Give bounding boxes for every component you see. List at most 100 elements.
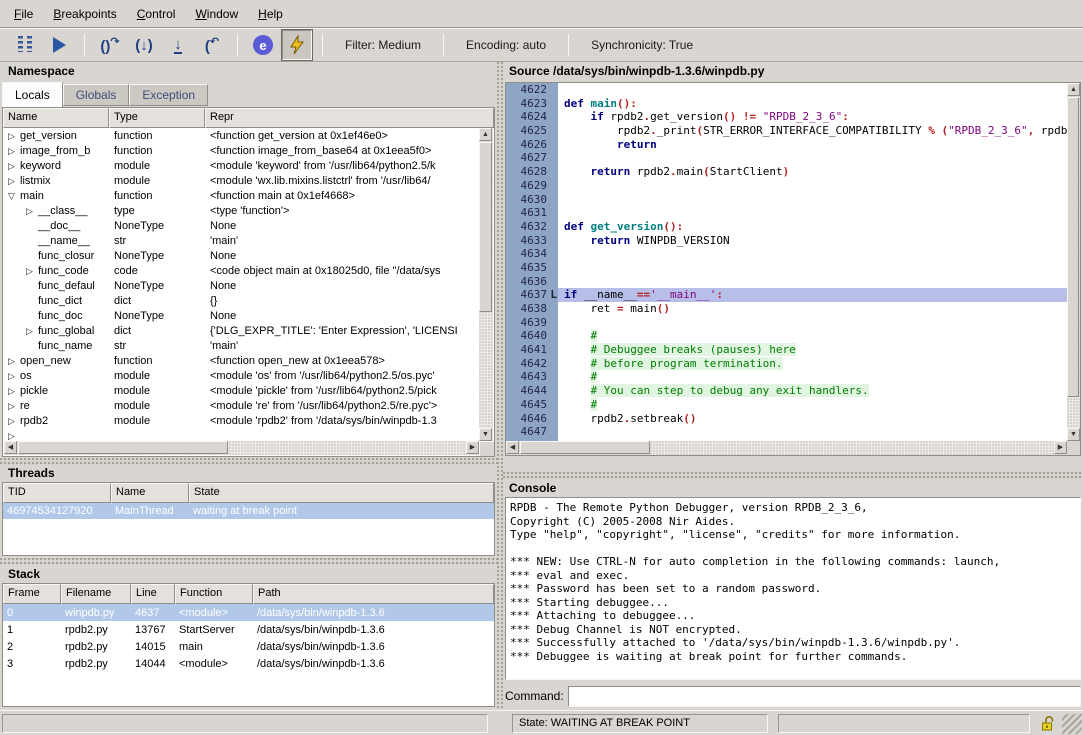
column-header-tid[interactable]: TID bbox=[3, 483, 111, 503]
source-editor[interactable]: 46224623def main():4624 if rpdb2.get_ver… bbox=[505, 82, 1081, 456]
source-line[interactable]: 4632def get_version(): bbox=[506, 220, 1080, 234]
stack-frame-row[interactable]: 2rpdb2.py14015main/data/sys/bin/winpdb-1… bbox=[3, 638, 494, 655]
namespace-row[interactable]: ▷ bbox=[4, 428, 479, 441]
source-line[interactable]: 4634 bbox=[506, 247, 1080, 261]
source-horizontal-scrollbar[interactable]: ◀ ▶ bbox=[506, 441, 1067, 455]
tab-locals[interactable]: Locals bbox=[2, 82, 63, 107]
line-number[interactable]: 4639 bbox=[506, 316, 558, 330]
expand-arrow-icon[interactable]: ▷ bbox=[8, 161, 20, 172]
scroll-right-arrow[interactable]: ▶ bbox=[466, 441, 479, 454]
source-vertical-scrollbar[interactable]: ▲ ▼ bbox=[1067, 83, 1080, 441]
line-number[interactable]: 4629 bbox=[506, 179, 558, 193]
horizontal-splitter[interactable] bbox=[0, 558, 497, 566]
step-into-button[interactable]: (↓) bbox=[129, 30, 159, 60]
menu-item-breakpoints[interactable]: Breakpoints bbox=[43, 3, 126, 25]
source-line[interactable]: 4638 ret = main() bbox=[506, 302, 1080, 316]
expand-arrow-icon[interactable]: ▷ bbox=[26, 206, 38, 217]
line-number[interactable]: 4647 bbox=[506, 425, 558, 439]
line-number[interactable]: 4625 bbox=[506, 124, 558, 138]
column-header-function[interactable]: Function bbox=[175, 584, 253, 604]
tab-exception[interactable]: Exception bbox=[129, 84, 208, 106]
line-number[interactable]: 4644 bbox=[506, 384, 558, 398]
expand-arrow-icon[interactable]: ▷ bbox=[8, 356, 20, 367]
column-header-frame[interactable]: Frame bbox=[3, 584, 61, 604]
scroll-up-arrow[interactable]: ▲ bbox=[1067, 83, 1080, 96]
stack-frame-row[interactable]: 1rpdb2.py13767StartServer/data/sys/bin/w… bbox=[3, 621, 494, 638]
expand-arrow-icon[interactable]: ▷ bbox=[8, 386, 20, 397]
menu-item-help[interactable]: Help bbox=[248, 3, 293, 25]
namespace-row[interactable]: ▷listmixmodule<module 'wx.lib.mixins.lis… bbox=[4, 173, 479, 188]
scrollbar-thumb[interactable] bbox=[520, 441, 650, 454]
namespace-horizontal-scrollbar[interactable]: ◀ ▶ bbox=[4, 441, 479, 455]
namespace-row[interactable]: func_docNoneTypeNone bbox=[4, 308, 479, 323]
source-line[interactable]: 4645 # bbox=[506, 398, 1080, 412]
line-number[interactable]: 4637L bbox=[506, 288, 558, 302]
source-line[interactable]: 4642 # before program termination. bbox=[506, 357, 1080, 371]
expand-arrow-icon[interactable]: ▷ bbox=[8, 416, 20, 427]
source-line[interactable]: 4628 return rpdb2.main(StartClient) bbox=[506, 165, 1080, 179]
namespace-row[interactable]: func_namestr'main' bbox=[4, 338, 479, 353]
scrollbar-thumb[interactable] bbox=[479, 142, 492, 312]
expand-arrow-icon[interactable]: ▷ bbox=[26, 326, 38, 337]
expand-arrow-icon[interactable]: ▷ bbox=[8, 401, 20, 412]
horizontal-splitter[interactable] bbox=[503, 472, 1083, 480]
next-button[interactable]: ()↷ bbox=[95, 30, 125, 60]
namespace-row[interactable]: ▷picklemodule<module 'pickle' from '/usr… bbox=[4, 383, 479, 398]
expand-arrow-icon[interactable]: ▷ bbox=[8, 176, 20, 187]
source-line[interactable]: 4627 bbox=[506, 151, 1080, 165]
source-line[interactable]: 4626 return bbox=[506, 138, 1080, 152]
line-number[interactable]: 4640 bbox=[506, 329, 558, 343]
column-header-state[interactable]: State bbox=[189, 483, 494, 503]
collapse-arrow-icon[interactable]: ▽ bbox=[8, 191, 20, 202]
source-line[interactable]: 4635 bbox=[506, 261, 1080, 275]
source-line[interactable]: 4622 bbox=[506, 83, 1080, 97]
menu-item-window[interactable]: Window bbox=[185, 3, 248, 25]
line-number[interactable]: 4635 bbox=[506, 261, 558, 275]
expand-arrow-icon[interactable]: ▷ bbox=[26, 266, 38, 277]
source-line[interactable]: 4643 # bbox=[506, 370, 1080, 384]
namespace-row[interactable]: ▷remodule<module 're' from '/usr/lib64/p… bbox=[4, 398, 479, 413]
line-number[interactable]: 4636 bbox=[506, 275, 558, 289]
expand-arrow-icon[interactable]: ▷ bbox=[8, 371, 20, 382]
line-number[interactable]: 4632 bbox=[506, 220, 558, 234]
go-button[interactable] bbox=[44, 30, 74, 60]
console-output[interactable]: RPDB - The Remote Python Debugger, versi… bbox=[505, 497, 1081, 680]
line-number[interactable]: 4628 bbox=[506, 165, 558, 179]
column-header-name[interactable]: Name bbox=[3, 108, 109, 128]
namespace-row[interactable]: ▷open_newfunction<function open_new at 0… bbox=[4, 353, 479, 368]
column-header-line[interactable]: Line bbox=[131, 584, 175, 604]
synchronicity-button[interactable] bbox=[282, 30, 312, 60]
thread-row[interactable]: 46974534127920MainThreadwaiting at break… bbox=[3, 503, 494, 519]
menu-item-control[interactable]: Control bbox=[127, 3, 186, 25]
namespace-row[interactable]: __doc__NoneTypeNone bbox=[4, 218, 479, 233]
line-number[interactable]: 4641 bbox=[506, 343, 558, 357]
stack-frame-row[interactable]: 0winpdb.py4637<module>/data/sys/bin/winp… bbox=[3, 604, 494, 621]
line-number[interactable]: 4622 bbox=[506, 83, 558, 97]
namespace-row[interactable]: func_dictdict{} bbox=[4, 293, 479, 308]
tab-globals[interactable]: Globals bbox=[63, 84, 130, 106]
source-line[interactable]: 4631 bbox=[506, 206, 1080, 220]
line-number[interactable]: 4623 bbox=[506, 97, 558, 111]
source-line[interactable]: 4630 bbox=[506, 193, 1080, 207]
line-number[interactable]: 4645 bbox=[506, 398, 558, 412]
source-line[interactable]: 4646 rpdb2.setbreak() bbox=[506, 412, 1080, 426]
horizontal-splitter[interactable] bbox=[0, 458, 497, 465]
source-line[interactable]: 4644 # You can step to debug any exit ha… bbox=[506, 384, 1080, 398]
scroll-left-arrow[interactable]: ◀ bbox=[4, 441, 17, 454]
line-number[interactable]: 4643 bbox=[506, 370, 558, 384]
line-number[interactable]: 4630 bbox=[506, 193, 558, 207]
source-line[interactable]: 4624 if rpdb2.get_version() != "RPDB_2_3… bbox=[506, 110, 1080, 124]
namespace-row[interactable]: ▷get_versionfunction<function get_versio… bbox=[4, 128, 479, 143]
line-number[interactable]: 4633 bbox=[506, 234, 558, 248]
source-line[interactable]: 4625 rpdb2._print(STR_ERROR_INTERFACE_CO… bbox=[506, 124, 1080, 138]
namespace-row[interactable]: ▷image_from_bfunction<function image_fro… bbox=[4, 143, 479, 158]
line-number[interactable]: 4634 bbox=[506, 247, 558, 261]
source-line[interactable]: 4623def main(): bbox=[506, 97, 1080, 111]
line-number[interactable]: 4624 bbox=[506, 110, 558, 124]
goto-button[interactable]: (↶ bbox=[197, 30, 227, 60]
source-line[interactable]: 4629 bbox=[506, 179, 1080, 193]
return-button[interactable]: ↓ bbox=[163, 30, 193, 60]
line-number[interactable]: 4638 bbox=[506, 302, 558, 316]
column-header-repr[interactable]: Repr bbox=[205, 108, 494, 128]
namespace-row[interactable]: func_closurNoneTypeNone bbox=[4, 248, 479, 263]
